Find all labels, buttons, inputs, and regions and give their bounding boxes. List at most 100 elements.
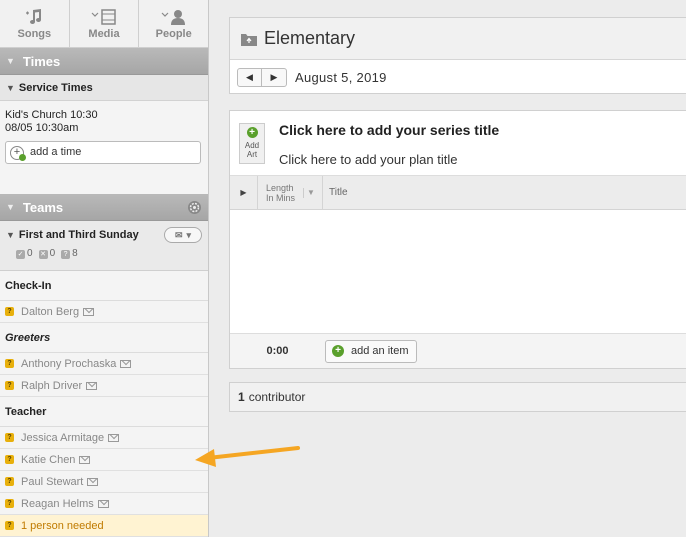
chevron-down-icon: ▾	[186, 229, 192, 240]
plan-date: August 5, 2019	[295, 69, 387, 85]
person-row[interactable]: ? Paul Stewart	[0, 471, 208, 493]
unconfirmed-badge-icon: ?	[5, 477, 14, 486]
person-row[interactable]: ? Dalton Berg	[0, 301, 208, 323]
unconfirmed-badge-icon: ?	[5, 359, 14, 368]
team-name: First and Third Sunday	[18, 229, 139, 241]
unconfirmed-count: 8	[72, 248, 78, 259]
declined-x-icon: ✕	[38, 250, 48, 259]
team-header[interactable]: ▼ First and Third Sunday ✉ ▾	[6, 227, 202, 243]
add-time-button[interactable]: + add a time	[5, 141, 201, 164]
add-time-label: add a time	[30, 146, 82, 158]
length-col-label-2: In Mins	[266, 192, 296, 203]
items-table-header: ▶ Length In Mins ▼ Title	[230, 176, 686, 210]
plan-title-bar: Elementary	[230, 18, 686, 60]
songs-nav-button[interactable]: Songs	[0, 0, 70, 47]
envelope-icon[interactable]	[120, 359, 132, 368]
position-header: Greeters	[0, 323, 208, 353]
person-name: Paul Stewart	[21, 475, 84, 488]
service-times-label: Service Times	[18, 81, 93, 94]
unconfirmed-badge-icon: ?	[5, 433, 14, 442]
items-list	[230, 210, 686, 334]
plan-titles-area: + Add Art Click here to add your series …	[230, 111, 686, 176]
team-block: ▼ First and Third Sunday ✉ ▾ ✓ 0 ✕ 0 ? 8	[0, 221, 208, 271]
add-item-label: add an item	[351, 345, 409, 357]
top-nav: Songs Media People	[0, 0, 208, 48]
teams-section-header[interactable]: ▼ Teams	[0, 194, 208, 221]
contributors-bar[interactable]: 1 contributor	[229, 382, 686, 412]
person-row[interactable]: ? Katie Chen	[0, 449, 208, 471]
play-icon: ▶	[240, 188, 247, 197]
add-art-button[interactable]: + Add Art	[239, 123, 265, 164]
envelope-icon[interactable]	[97, 499, 109, 508]
add-circle-icon: +	[10, 145, 26, 161]
person-name: Dalton Berg	[21, 305, 80, 318]
team-counts: ✓ 0 ✕ 0 ? 8	[6, 248, 202, 259]
add-art-label-1: Add	[244, 141, 260, 150]
service-times-header[interactable]: ▼ Service Times	[0, 75, 208, 101]
person-row[interactable]: ? Jessica Armitage	[0, 427, 208, 449]
add-art-label-2: Art	[246, 150, 258, 159]
email-team-button[interactable]: ✉ ▾	[164, 227, 202, 243]
unconfirmed-badge-icon: ?	[5, 381, 14, 390]
collapse-triangle-icon: ▼	[6, 56, 15, 66]
position-header: Check-In	[0, 271, 208, 301]
plan-footer: 0:00 + add an item	[230, 334, 686, 368]
times-section-header[interactable]: ▼ Times	[0, 48, 208, 75]
envelope-icon[interactable]	[86, 381, 98, 390]
people-nav-button[interactable]: People	[139, 0, 208, 47]
position-header: Teacher	[0, 397, 208, 427]
length-column-header[interactable]: Length In Mins ▼	[258, 176, 323, 209]
person-row[interactable]: ? Ralph Driver	[0, 375, 208, 397]
plan-title-field[interactable]: Click here to add your plan title	[279, 152, 457, 167]
people-needed-row[interactable]: ? 1 person needed	[0, 515, 208, 537]
service-name: Kid's Church 10:30	[5, 109, 98, 121]
triangle-left-icon: ◀	[246, 71, 253, 82]
envelope-icon[interactable]	[83, 307, 95, 316]
annotation-arrow-icon	[195, 446, 300, 467]
collapse-triangle-icon: ▼	[6, 202, 15, 212]
contributor-label: contributor	[248, 390, 306, 404]
series-title-field[interactable]: Click here to add your series title	[279, 122, 499, 138]
envelope-icon[interactable]	[79, 455, 91, 464]
date-row: ◀ ▶ August 5, 2019	[230, 60, 686, 94]
plan-items-card: + Add Art Click here to add your series …	[229, 110, 686, 369]
music-note-icon	[25, 8, 43, 26]
needed-badge-icon: ?	[5, 521, 14, 530]
collapse-triangle-icon: ▼	[6, 82, 15, 93]
envelope-icon[interactable]	[108, 433, 120, 442]
plan-name: Elementary	[264, 28, 356, 48]
title-column-header: Title	[329, 187, 348, 198]
confirmed-count: 0	[27, 248, 33, 259]
teams-heading: Teams	[22, 199, 64, 215]
needed-text: 1 person needed	[21, 519, 104, 532]
unconfirmed-badge-icon: ?	[5, 499, 14, 508]
total-time: 0:00	[266, 345, 289, 357]
add-item-button[interactable]: + add an item	[325, 339, 418, 363]
sort-down-icon[interactable]: ▼	[303, 187, 315, 198]
person-name: Reagan Helms	[21, 497, 94, 510]
media-nav-button[interactable]: Media	[70, 0, 140, 47]
triangle-right-icon: ▶	[270, 71, 278, 82]
media-nav-label: Media	[88, 27, 120, 40]
unconfirmed-badge-icon: ?	[5, 307, 14, 316]
check-icon: ✓	[16, 250, 25, 259]
sidebar: Songs Media People ▼ Times ▼ Service Tim…	[0, 0, 209, 537]
declined-count: 0	[49, 248, 56, 259]
songs-nav-label: Songs	[17, 27, 52, 40]
person-row[interactable]: ? Reagan Helms	[0, 493, 208, 515]
unconfirmed-badge-icon: ?	[5, 455, 14, 464]
envelope-icon[interactable]	[87, 477, 99, 486]
contributor-count: 1	[238, 390, 245, 404]
person-row[interactable]: ? Anthony Prochaska	[0, 353, 208, 375]
gear-icon[interactable]	[187, 200, 202, 215]
play-button[interactable]: ▶	[230, 176, 258, 209]
person-name: Katie Chen	[21, 453, 76, 466]
previous-date-button[interactable]: ◀	[238, 68, 262, 86]
service-datetime: 08/05 10:30am	[5, 122, 79, 134]
film-icon	[91, 8, 117, 26]
people-nav-label: People	[155, 27, 192, 40]
person-name: Anthony Prochaska	[21, 357, 117, 370]
next-date-button[interactable]: ▶	[262, 69, 286, 86]
times-heading: Times	[22, 53, 61, 69]
collapse-triangle-icon: ▼	[6, 230, 15, 240]
